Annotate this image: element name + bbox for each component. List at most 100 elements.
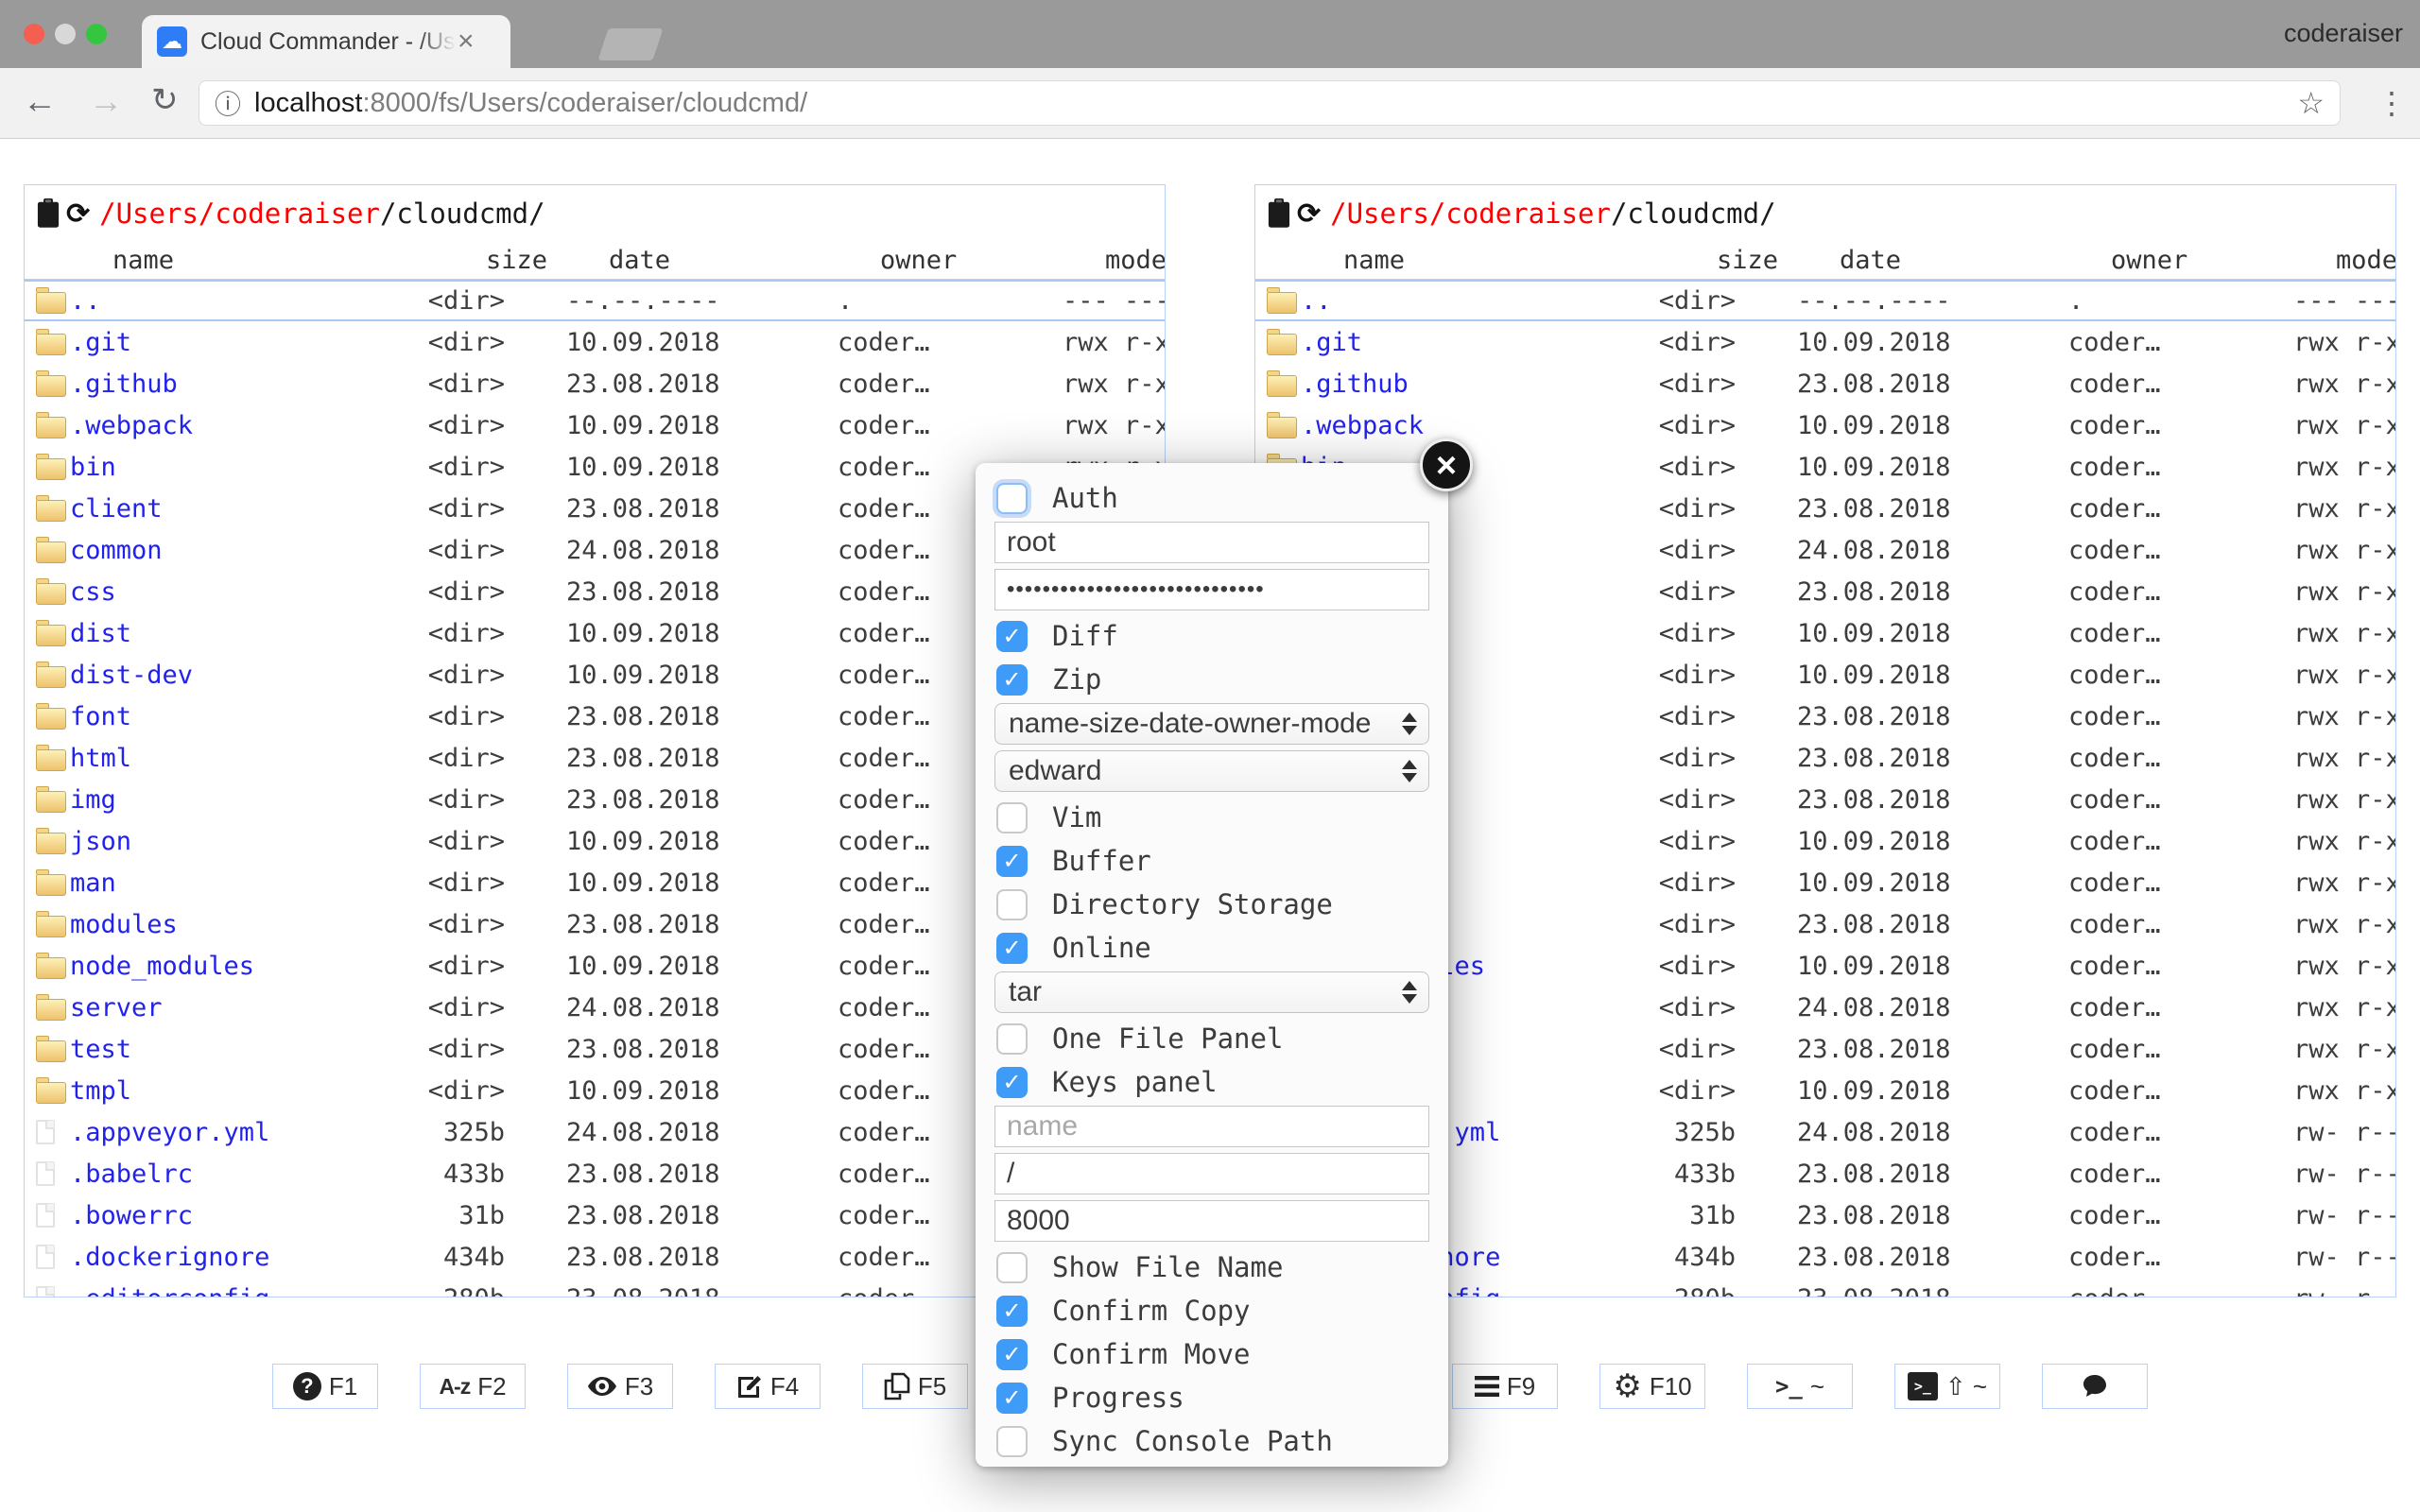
file-name-link[interactable]: .dockerignore	[70, 1243, 401, 1272]
chat-button[interactable]	[2042, 1364, 2148, 1409]
vim-checkbox[interactable]	[996, 802, 1028, 833]
root-input[interactable]	[994, 1153, 1429, 1194]
packer-select[interactable]: tar	[994, 971, 1429, 1013]
column-header-date[interactable]: date	[1778, 246, 2057, 275]
path-link[interactable]: /Users/coderaiser	[99, 198, 380, 230]
reload-button[interactable]: ↻	[151, 81, 179, 119]
new-tab-button[interactable]	[597, 28, 663, 60]
file-row[interactable]: .webpack<dir>10.09.2018coderaiserrwx r-x…	[1255, 404, 2395, 446]
file-name-link[interactable]: ..	[70, 286, 401, 316]
back-button[interactable]: ←	[23, 81, 57, 121]
file-name-link[interactable]: json	[70, 827, 401, 856]
confirm-move-checkbox[interactable]: ✓	[996, 1339, 1028, 1370]
bookmark-star-icon[interactable]: ☆	[2297, 85, 2325, 121]
file-name-link[interactable]: font	[70, 702, 401, 731]
password-input[interactable]	[994, 569, 1429, 610]
directory-storage-checkbox[interactable]	[996, 889, 1028, 920]
file-row[interactable]: ..<dir>--.--.----.--- --- ---	[25, 280, 1165, 321]
refresh-icon[interactable]: ⟳	[66, 198, 90, 231]
column-header-name[interactable]: name	[70, 246, 443, 275]
file-row[interactable]: .git<dir>10.09.2018coderaiserrwx r-x r-x	[25, 321, 1165, 363]
info-icon[interactable]: ⓘ	[215, 84, 241, 122]
file-name-link[interactable]: dist-dev	[70, 661, 401, 690]
file-name-link[interactable]: .github	[1301, 369, 1632, 399]
file-name-link[interactable]: .webpack	[70, 411, 401, 440]
keys-panel-checkbox[interactable]: ✓	[996, 1067, 1028, 1098]
file-name-link[interactable]: .github	[70, 369, 401, 399]
browser-tab[interactable]: ☁ Cloud Commander - /Users/co ×	[142, 15, 510, 68]
columns-select[interactable]: name-size-date-owner-mode	[994, 703, 1429, 745]
sync-console-path-checkbox[interactable]	[996, 1426, 1028, 1457]
zip-checkbox[interactable]: ✓	[996, 664, 1028, 696]
path-link[interactable]: /Users/coderaiser	[1330, 198, 1611, 230]
file-name-link[interactable]: .git	[70, 328, 401, 357]
file-name-link[interactable]: img	[70, 785, 401, 815]
buffer-checkbox[interactable]: ✓	[996, 846, 1028, 877]
copy-button[interactable]: F5	[862, 1364, 968, 1409]
confirm-copy-checkbox[interactable]: ✓	[996, 1296, 1028, 1327]
file-row[interactable]: ..<dir>--.--.----.--- --- ---	[1255, 280, 2395, 321]
column-header-name[interactable]: name	[1301, 246, 1674, 275]
config-button[interactable]: ⚙F10	[1599, 1364, 1705, 1409]
file-name-link[interactable]: client	[70, 494, 401, 524]
show-file-name-checkbox[interactable]	[996, 1252, 1028, 1283]
auth-checkbox[interactable]	[996, 483, 1028, 514]
file-row[interactable]: .github<dir>23.08.2018coderaiserrwx r-x …	[25, 363, 1165, 404]
column-header-owner[interactable]: owner	[2057, 246, 2289, 275]
name-input[interactable]	[994, 1106, 1429, 1147]
progress-checkbox[interactable]: ✓	[996, 1383, 1028, 1414]
file-row[interactable]: .git<dir>10.09.2018coderaiserrwx r-x r-x	[1255, 321, 2395, 363]
menu-button[interactable]: F9	[1452, 1364, 1558, 1409]
file-name-link[interactable]: test	[70, 1035, 401, 1064]
file-row[interactable]: .github<dir>23.08.2018coderaiserrwx r-x …	[1255, 363, 2395, 404]
file-name-link[interactable]: server	[70, 993, 401, 1022]
editor-select[interactable]: edward	[994, 750, 1429, 792]
file-name-link[interactable]: node_modules	[70, 952, 401, 981]
port-input[interactable]	[994, 1200, 1429, 1242]
file-name-link[interactable]: .bowerrc	[70, 1201, 401, 1230]
view-button[interactable]: F3	[567, 1364, 673, 1409]
address-bar[interactable]: ⓘ localhost :8000/fs/Users/coderaiser/cl…	[199, 80, 2341, 126]
file-name-link[interactable]: html	[70, 744, 401, 773]
column-header-date[interactable]: date	[547, 246, 826, 275]
column-header-owner[interactable]: owner	[826, 246, 1058, 275]
file-name-link[interactable]: .git	[1301, 328, 1632, 357]
file-name-link[interactable]: man	[70, 868, 401, 898]
one-file-panel-checkbox[interactable]	[996, 1023, 1028, 1055]
help-button[interactable]: ?F1	[272, 1364, 378, 1409]
browser-menu-icon[interactable]: ⋮	[2377, 85, 2407, 121]
file-name-link[interactable]: dist	[70, 619, 401, 648]
file-name-link[interactable]: css	[70, 577, 401, 607]
column-header-mode[interactable]: mode	[1058, 246, 1166, 275]
file-name-link[interactable]: .babelrc	[70, 1160, 401, 1189]
window-zoom-button[interactable]	[86, 24, 107, 44]
refresh-icon[interactable]: ⟳	[1297, 198, 1321, 231]
file-date: 24.08.2018	[1736, 993, 2014, 1022]
column-header-mode[interactable]: mode	[2289, 246, 2396, 275]
column-header-size[interactable]: size	[1674, 246, 1778, 275]
window-minimize-button[interactable]	[55, 24, 76, 44]
file-name-link[interactable]: tmpl	[70, 1076, 401, 1106]
file-name-link[interactable]: modules	[70, 910, 401, 939]
file-mode: rwx r-x r-x	[2246, 661, 2395, 690]
rename-button[interactable]: A-zF2	[420, 1364, 526, 1409]
online-checkbox[interactable]: ✓	[996, 933, 1028, 964]
column-header-size[interactable]: size	[443, 246, 547, 275]
file-name-link[interactable]: .appveyor.yml	[70, 1118, 401, 1147]
file-name-link[interactable]: .editorconfig	[70, 1284, 401, 1298]
console-button[interactable]: >_~	[1747, 1364, 1853, 1409]
file-name-link[interactable]: bin	[70, 453, 401, 482]
clipboard-icon[interactable]	[1267, 198, 1291, 229]
username-input[interactable]	[994, 522, 1429, 563]
close-icon[interactable]: ×	[1420, 438, 1473, 491]
file-row[interactable]: .webpack<dir>10.09.2018coderaiserrwx r-x…	[25, 404, 1165, 446]
terminal-button[interactable]: >_⇧ ~	[1894, 1364, 2000, 1409]
file-name-link[interactable]: common	[70, 536, 401, 565]
window-close-button[interactable]	[24, 24, 44, 44]
file-name-link[interactable]: ..	[1301, 286, 1632, 316]
tab-close-icon[interactable]: ×	[458, 27, 475, 56]
diff-checkbox[interactable]: ✓	[996, 621, 1028, 652]
file-name-link[interactable]: .webpack	[1301, 411, 1632, 440]
clipboard-icon[interactable]	[36, 198, 60, 229]
edit-button[interactable]: F4	[715, 1364, 821, 1409]
